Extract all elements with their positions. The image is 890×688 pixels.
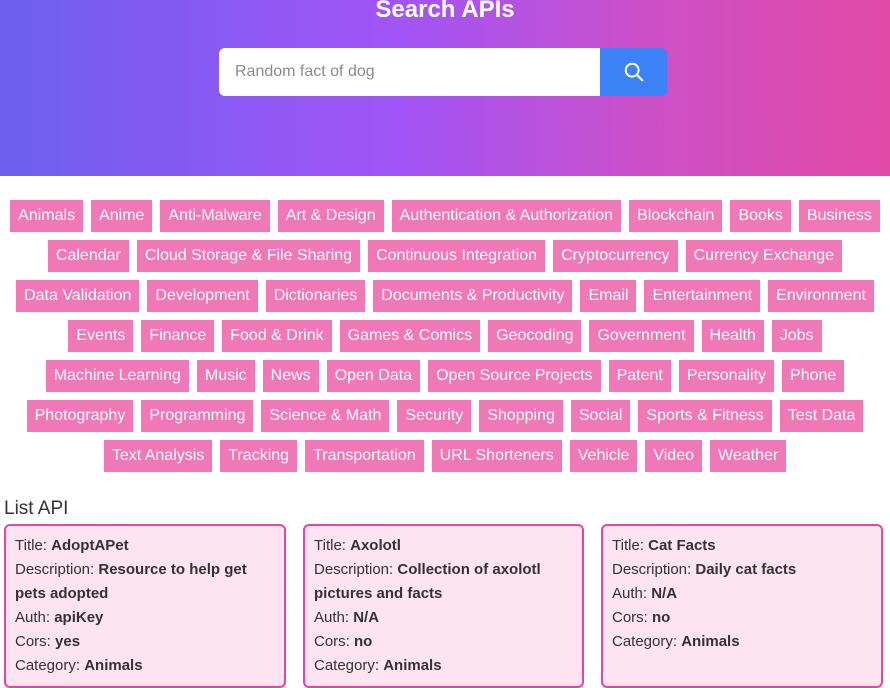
cors-label: Cors:	[15, 633, 56, 650]
category-tag[interactable]: Science & Math	[261, 400, 390, 432]
hero-banner: Search APIs	[0, 0, 890, 176]
category-tag[interactable]: Business	[798, 200, 880, 232]
category-tag[interactable]: Currency Exchange	[685, 240, 843, 272]
api-category: Animals	[383, 657, 442, 674]
category-tag[interactable]: News	[262, 360, 319, 392]
category-tag[interactable]: Open Source Projects	[428, 360, 601, 392]
category-tag[interactable]: Cloud Storage & File Sharing	[136, 240, 361, 272]
auth-label: Auth:	[314, 609, 354, 626]
category-tag[interactable]: Art & Design	[277, 200, 384, 232]
category-tag[interactable]: Health	[701, 320, 764, 352]
cors-label: Cors:	[314, 633, 355, 650]
category-tag[interactable]: Books	[730, 200, 791, 232]
category-tag[interactable]: Games & Comics	[339, 320, 481, 352]
category-tag[interactable]: Continuous Integration	[368, 240, 546, 272]
search-icon	[624, 62, 643, 82]
category-tag[interactable]: Data Validation	[16, 280, 140, 312]
api-title: AdoptAPet	[51, 537, 129, 554]
category-tag[interactable]: Shopping	[479, 400, 563, 432]
category-tag[interactable]: Text Analysis	[103, 440, 213, 472]
cors-label: Cors:	[612, 609, 653, 626]
api-description: Daily cat facts	[695, 561, 797, 578]
category-tag[interactable]: Music	[196, 360, 255, 392]
category-tag[interactable]: Anime	[91, 200, 153, 232]
category-tag[interactable]: Cryptocurrency	[553, 240, 678, 272]
api-auth: apiKey	[54, 609, 104, 626]
api-category: Animals	[84, 657, 143, 674]
api-auth: N/A	[651, 585, 678, 602]
category-tag[interactable]: Vehicle	[569, 440, 638, 472]
category-tag[interactable]: Photography	[26, 400, 134, 432]
category-label: Category:	[314, 657, 384, 674]
category-tags: Animals Anime Anti-Malware Art & Design Auth…	[0, 200, 890, 480]
category-tag[interactable]: Food & Drink	[222, 320, 332, 352]
description-label: Description:	[314, 561, 398, 578]
api-card[interactable]: Title: AdoptAPet Description: Resource t…	[4, 524, 286, 688]
category-tag[interactable]: Events	[68, 320, 134, 352]
category-tag[interactable]: Documents & Productivity	[373, 280, 573, 312]
category-tag[interactable]: Tracking	[220, 440, 298, 472]
category-tag[interactable]: Personality	[678, 360, 775, 392]
api-auth: N/A	[353, 609, 380, 626]
list-title: List API	[4, 498, 69, 519]
category-tag[interactable]: Government	[589, 320, 694, 352]
api-card[interactable]: Title: Axolotl Description: Collection o…	[303, 524, 584, 688]
category-tag[interactable]: URL Shorteners	[431, 440, 562, 472]
category-tag[interactable]: Sports & Fitness	[638, 400, 772, 432]
api-category: Animals	[681, 633, 740, 650]
category-tag[interactable]: Animals	[10, 200, 84, 232]
category-tag[interactable]: Dictionaries	[265, 280, 366, 312]
category-tag[interactable]: Jobs	[771, 320, 822, 352]
category-tag[interactable]: Patent	[608, 360, 671, 392]
category-label: Category:	[612, 633, 682, 650]
category-tag[interactable]: Development	[147, 280, 258, 312]
category-tag[interactable]: Email	[580, 280, 637, 312]
api-title: Cat Facts	[648, 537, 716, 554]
category-tag[interactable]: Social	[570, 400, 631, 432]
category-tag[interactable]: Security	[397, 400, 472, 432]
category-tag[interactable]: Open Data	[326, 360, 421, 392]
api-cors: no	[652, 609, 671, 626]
api-cors: yes	[55, 633, 81, 650]
api-card[interactable]: Title: Cat Facts Description: Daily cat …	[601, 524, 883, 688]
description-label: Description:	[15, 561, 99, 578]
category-tag[interactable]: Programming	[141, 400, 254, 432]
category-tag[interactable]: Environment	[768, 280, 874, 312]
category-tag[interactable]: Phone	[782, 360, 845, 392]
category-tag[interactable]: Video	[645, 440, 702, 472]
category-tag[interactable]: Blockchain	[629, 200, 723, 232]
search-input[interactable]	[219, 48, 600, 96]
category-tag[interactable]: Transportation	[305, 440, 424, 472]
api-title: Axolotl	[350, 537, 401, 554]
category-tag[interactable]: Entertainment	[644, 280, 761, 312]
description-label: Description:	[612, 561, 696, 578]
category-tag[interactable]: Geocoding	[488, 320, 582, 352]
page-title: Search APIs	[375, 0, 515, 23]
category-tag[interactable]: Anti-Malware	[160, 200, 270, 232]
category-tag[interactable]: Calendar	[47, 240, 129, 272]
title-label: Title:	[314, 537, 351, 554]
category-tag[interactable]: Weather	[710, 440, 787, 472]
search-button[interactable]	[600, 48, 667, 96]
auth-label: Auth:	[15, 609, 55, 626]
category-tag[interactable]: Finance	[141, 320, 215, 352]
auth-label: Auth:	[612, 585, 652, 602]
category-tag[interactable]: Machine Learning	[45, 360, 189, 392]
title-label: Title:	[612, 537, 649, 554]
api-cors: no	[354, 633, 373, 650]
category-tag[interactable]: Authentication & Authorization	[391, 200, 622, 232]
title-label: Title:	[15, 537, 52, 554]
search-bar	[219, 48, 667, 96]
category-tag[interactable]: Test Data	[779, 400, 864, 432]
category-label: Category:	[15, 657, 85, 674]
